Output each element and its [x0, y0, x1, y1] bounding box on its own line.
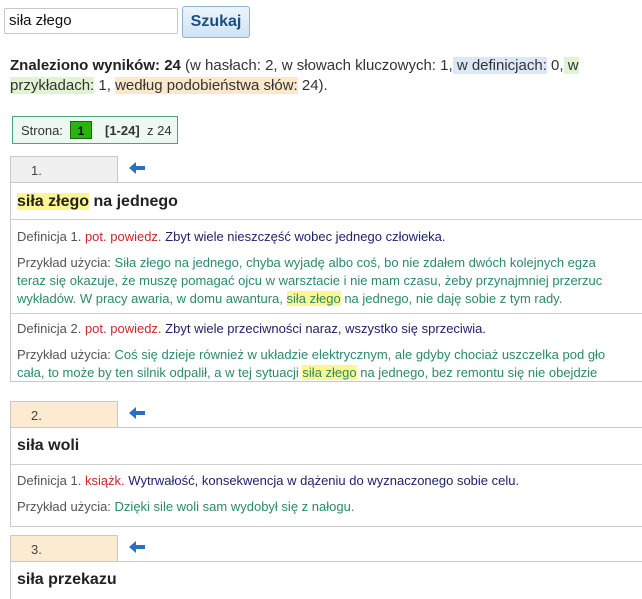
- entry-card: siła przekazu: [10, 561, 642, 599]
- pager-total: z 24: [147, 123, 172, 138]
- back-arrow-icon[interactable]: [129, 540, 145, 554]
- divider: [11, 464, 642, 465]
- results-count-label: Znaleziono wyników: 24: [10, 57, 181, 74]
- pager-current-page[interactable]: 1: [70, 121, 92, 139]
- examples-filter[interactable]: w: [563, 57, 579, 74]
- pager-range: [1-24]: [105, 123, 140, 138]
- entry-number-tab: 2.: [10, 401, 118, 427]
- similarity-filter[interactable]: według podobieństwa słów:: [115, 77, 298, 94]
- back-arrow-icon[interactable]: [129, 161, 145, 175]
- results-summary: Znaleziono wyników: 24 (w hasłach: 2, w …: [10, 57, 579, 94]
- search-button[interactable]: Szukaj: [182, 6, 250, 38]
- definition-1: Definicja 1. książk. Wytrwałość, konsekw…: [17, 473, 520, 488]
- pager: Strona: 1 [1-24] z 24: [12, 116, 178, 144]
- pager-label: Strona:: [21, 123, 63, 138]
- example-1-line-3: wykładów. W pracy awaria, w domu awantur…: [17, 291, 563, 306]
- example-2-line-1: Przykład użycia: Coś się dzieje również …: [17, 347, 606, 362]
- example-1-line-1: Przykład użycia: Siła złego na jednego, …: [17, 255, 596, 270]
- results-breakdown: (w hasłach: 2, w słowach kluczowych: 1,: [180, 57, 453, 74]
- entry-number-tab: 3.: [10, 535, 118, 561]
- divider: [11, 313, 642, 314]
- definition-2: Definicja 2. pot. powiedz. Zbyt wiele pr…: [17, 321, 486, 336]
- qualifier-tag: pot. powiedz.: [84, 229, 162, 244]
- example-2-line-2: cała, to może by ten silnik odpalił, a w…: [17, 365, 598, 380]
- entry-number-tab: 1.: [10, 156, 118, 182]
- qualifier-tag: pot. powiedz.: [84, 321, 162, 336]
- qualifier-tag: książk.: [84, 473, 125, 488]
- entry-headword[interactable]: siła złego na jednego: [17, 193, 178, 211]
- definitions-filter[interactable]: w definicjach:: [452, 57, 547, 74]
- examples-filter-cont[interactable]: przykładach:: [10, 77, 95, 94]
- example-1: Przykład użycia: Dzięki sile woli sam wy…: [17, 499, 355, 514]
- back-arrow-icon[interactable]: [129, 406, 145, 420]
- page: siła złego Szukaj Znaleziono wyników: 24…: [0, 0, 642, 599]
- search-input[interactable]: siła złego: [4, 8, 178, 34]
- entry-card: siła woli Definicja 1. książk. Wytrwałoś…: [10, 427, 642, 527]
- example-1-line-2: teraz się okazuje, że muszę pomagać ojcu…: [17, 273, 603, 288]
- entry-headword[interactable]: siła woli: [17, 437, 79, 455]
- entry-card: siła złego na jednego Definicja 1. pot. …: [10, 182, 642, 382]
- entry-headword[interactable]: siła przekazu: [17, 571, 117, 589]
- divider: [11, 219, 642, 220]
- definition-1: Definicja 1. pot. powiedz. Zbyt wiele ni…: [17, 229, 446, 244]
